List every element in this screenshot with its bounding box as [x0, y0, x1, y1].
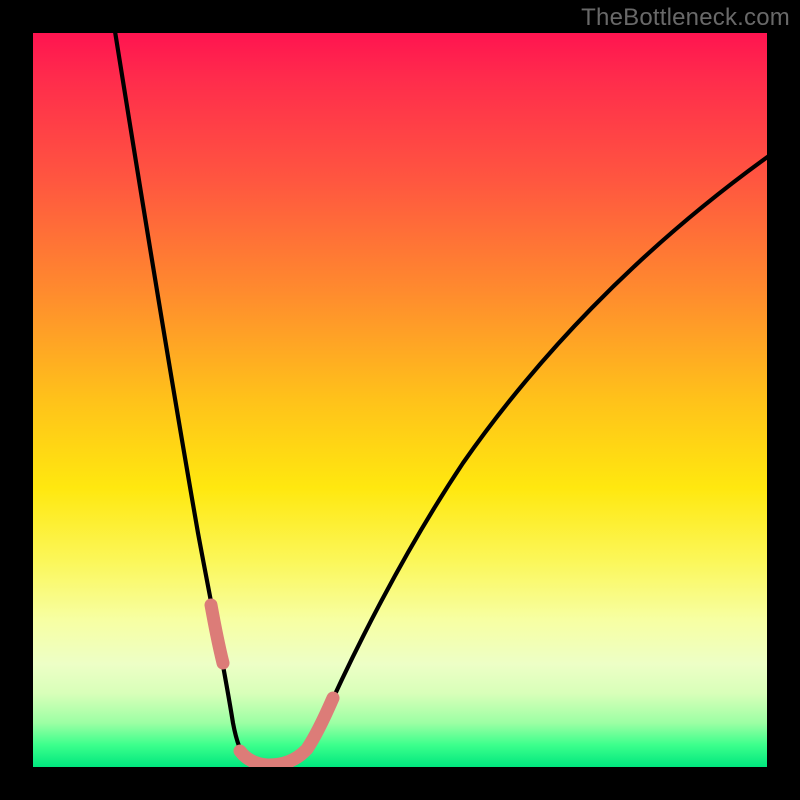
- watermark-text: TheBottleneck.com: [581, 4, 790, 32]
- curve-layer: [33, 33, 767, 767]
- chart-stage: TheBottleneck.com: [0, 0, 800, 800]
- bottleneck-curve: [113, 33, 767, 765]
- highlight-markers: [211, 605, 333, 765]
- plot-area: [33, 33, 767, 767]
